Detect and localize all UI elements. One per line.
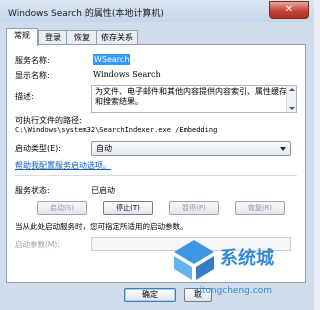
tab-dependencies[interactable]: 依存关系	[96, 30, 138, 45]
pause-button[interactable]: 暂停(P)	[169, 201, 219, 215]
divider	[15, 175, 297, 176]
description-label: 描述:	[15, 92, 34, 101]
startup-param-hint: 当从此处启动服务时，您可指定所适用的启动参数。	[15, 222, 188, 231]
service-name-value[interactable]: WSearch	[93, 54, 131, 65]
service-name-label: 服务名称:	[15, 56, 50, 65]
watermark-url: xitongcheng.com	[194, 286, 272, 296]
ok-button[interactable]: 确定	[124, 288, 176, 302]
stop-button[interactable]: 停止(T)	[103, 201, 153, 215]
close-button[interactable]: ✕	[269, 1, 309, 19]
start-button[interactable]: 启动(S)	[37, 201, 87, 215]
display-name-value[interactable]: Windows Search	[93, 70, 161, 79]
help-link[interactable]: 帮助我配置服务启动选项。	[15, 160, 111, 171]
startup-param-label: 启动参数(M):	[15, 240, 60, 249]
watermark-logo-icon	[174, 240, 214, 280]
tab-recovery[interactable]: 恢复	[66, 30, 98, 45]
executable-path[interactable]: C:\Windows\system32\SearchIndexer.exe /E…	[15, 126, 217, 134]
display-name-label: 显示名称:	[15, 71, 50, 80]
startup-type-label: 启动类型(E):	[15, 144, 61, 153]
description-text: 为文件、电子邮件和其他内容提供内容索引、属性缓存和搜索结果。	[95, 87, 287, 106]
service-status-value: 已启动	[91, 186, 115, 195]
resume-button[interactable]: 恢复(R)	[235, 201, 285, 215]
startup-type-select[interactable]: 自动	[91, 141, 291, 156]
title-bar[interactable]: Windows Search 的属性(本地计算机) ✕	[0, 0, 314, 22]
service-status-label: 服务状态:	[15, 186, 50, 195]
path-label: 可执行文件的路径:	[15, 116, 82, 125]
scroll-up-icon[interactable]	[289, 88, 295, 91]
description-scrollbar[interactable]	[286, 86, 296, 112]
watermark-text: 系统城	[220, 248, 274, 269]
properties-window: Windows Search 的属性(本地计算机) ✕ 常规 登录 恢复 依存关…	[0, 0, 314, 310]
tab-logon[interactable]: 登录	[38, 30, 68, 45]
description-box[interactable]: 为文件、电子邮件和其他内容提供内容索引、属性缓存和搜索结果。	[91, 85, 297, 113]
chevron-down-icon	[280, 147, 286, 151]
scroll-down-icon[interactable]	[289, 107, 295, 110]
startup-type-value: 自动	[96, 144, 112, 153]
tab-general[interactable]: 常规	[6, 28, 38, 46]
window-title: Windows Search 的属性(本地计算机)	[8, 9, 164, 19]
